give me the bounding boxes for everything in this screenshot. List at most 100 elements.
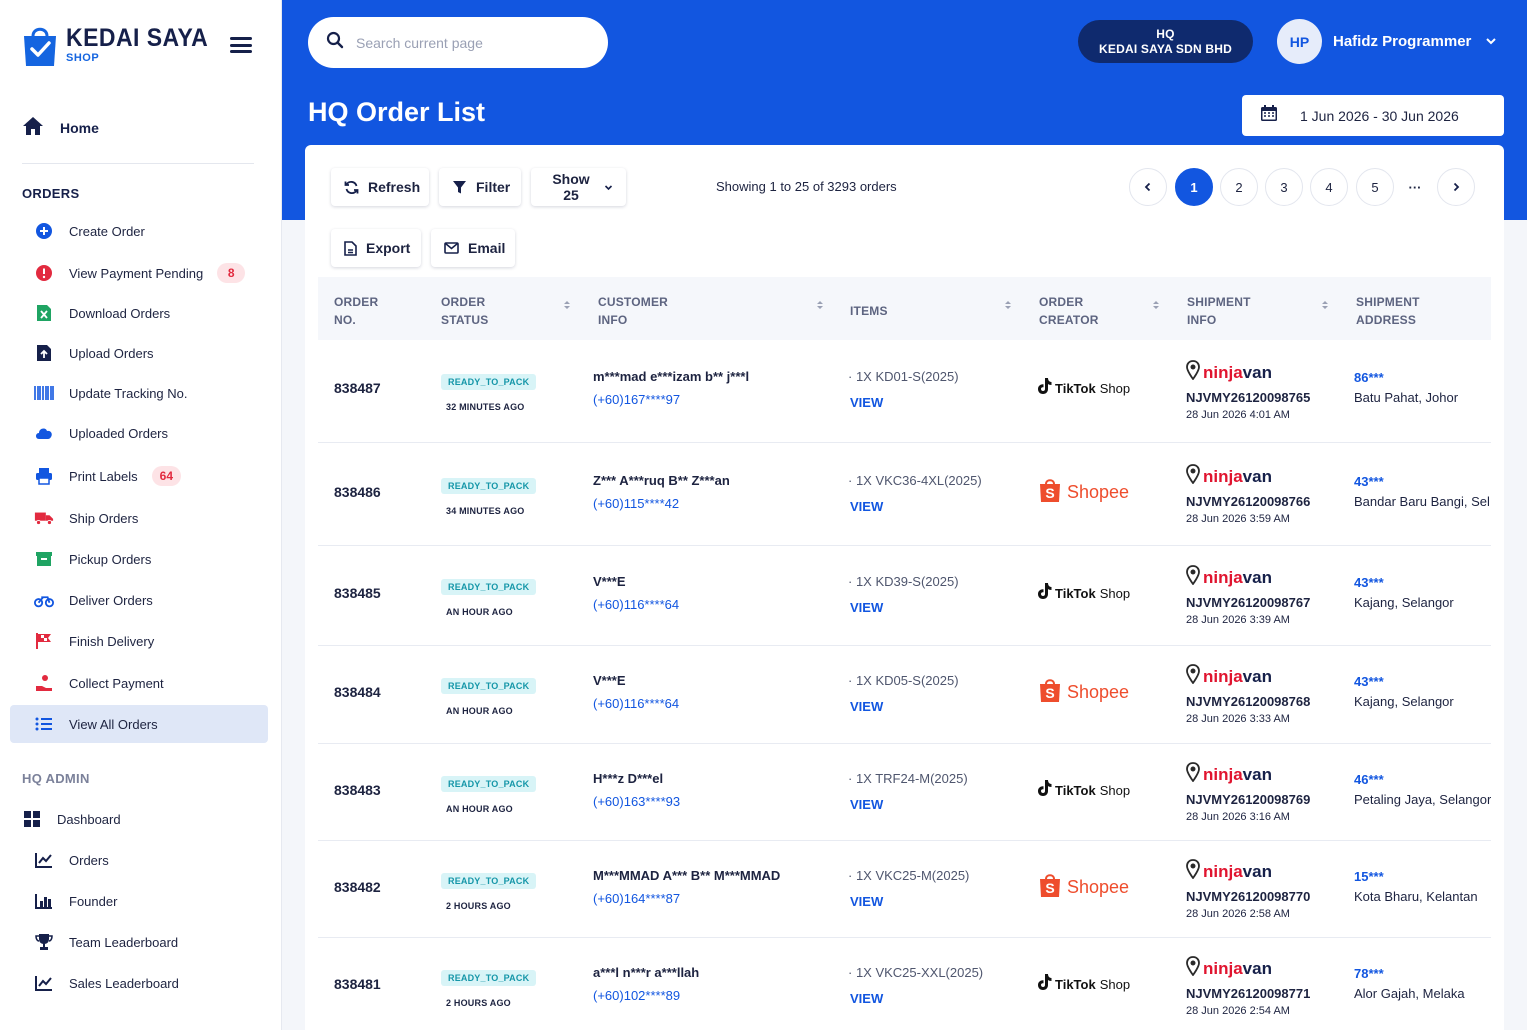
customer-phone[interactable]: (+60)164****87: [593, 891, 780, 906]
sidebar-item-collect-payment[interactable]: Collect Payment: [10, 664, 268, 702]
view-items-link[interactable]: VIEW: [850, 499, 982, 514]
tracking-number[interactable]: NJVMY26120098766: [1186, 494, 1310, 509]
pagination-prev[interactable]: [1129, 168, 1167, 206]
courier-name-part: ninja: [1203, 666, 1243, 686]
order-number[interactable]: 838485: [334, 585, 381, 601]
address-postcode[interactable]: 43***: [1354, 474, 1491, 489]
sidebar-item-home[interactable]: Home: [22, 112, 262, 144]
sort-icon[interactable]: [1321, 299, 1329, 311]
order-number[interactable]: 838487: [334, 380, 381, 396]
view-items-link[interactable]: VIEW: [850, 991, 983, 1006]
company-switcher[interactable]: HQ KEDAI SAYA SDN BHD: [1078, 20, 1253, 63]
pagination-page-2[interactable]: 2: [1220, 168, 1258, 206]
sidebar-item-finish-delivery[interactable]: Finish Delivery: [10, 622, 268, 660]
export-button[interactable]: Export: [331, 229, 421, 267]
sidebar-item-view-payment-pending[interactable]: View Payment Pending 8: [10, 254, 268, 292]
search-input[interactable]: [356, 34, 586, 51]
sidebar-item-deliver-orders[interactable]: Deliver Orders: [10, 581, 268, 619]
show-count-select[interactable]: Show 25: [531, 168, 626, 206]
table-row[interactable]: 838481 READY_TO_PACK 2 HOURS AGO a***l n…: [318, 938, 1491, 1030]
sidebar-item-update-tracking[interactable]: Update Tracking No.: [10, 374, 268, 412]
order-number[interactable]: 838481: [334, 976, 381, 992]
table-row[interactable]: 838485 READY_TO_PACK AN HOUR AGO V***E (…: [318, 546, 1491, 646]
address-postcode[interactable]: 46***: [1354, 772, 1491, 787]
search-box[interactable]: [308, 17, 608, 68]
avatar[interactable]: HP: [1277, 19, 1322, 64]
header-customer-info[interactable]: CUSTOMER INFO: [598, 293, 668, 329]
customer-phone[interactable]: (+60)167****97: [593, 392, 749, 407]
pagination-page-3[interactable]: 3: [1265, 168, 1303, 206]
view-items-link[interactable]: VIEW: [850, 699, 959, 714]
plus-circle-icon: [34, 221, 54, 241]
tracking-number[interactable]: NJVMY26120098769: [1186, 792, 1310, 807]
customer-phone[interactable]: (+60)116****64: [593, 696, 679, 711]
tracking-number[interactable]: NJVMY26120098768: [1186, 694, 1310, 709]
table-row[interactable]: 838483 READY_TO_PACK AN HOUR AGO H***z D…: [318, 744, 1491, 841]
pagination-page-4[interactable]: 4: [1310, 168, 1348, 206]
header-shipment-info[interactable]: SHIPMENT INFO: [1187, 293, 1251, 329]
chevron-down-icon[interactable]: [1484, 34, 1498, 53]
sidebar-item-team-leaderboard[interactable]: Team Leaderboard: [10, 923, 268, 961]
pagination-page-1[interactable]: 1: [1175, 168, 1213, 206]
address-postcode[interactable]: 43***: [1354, 575, 1491, 590]
order-number[interactable]: 838482: [334, 879, 381, 895]
count-badge: 8: [217, 263, 246, 283]
sidebar-item-ship-orders[interactable]: Ship Orders: [10, 499, 268, 537]
address-postcode[interactable]: 86***: [1354, 370, 1491, 385]
tracking-number[interactable]: NJVMY26120098767: [1186, 595, 1310, 610]
view-items-link[interactable]: VIEW: [850, 600, 959, 615]
email-button[interactable]: Email: [431, 229, 515, 267]
sidebar-item-print-labels[interactable]: Print Labels 64: [10, 457, 268, 495]
sort-icon[interactable]: [1152, 299, 1160, 311]
sidebar-item-admin-orders[interactable]: Orders: [10, 841, 268, 879]
refresh-button[interactable]: Refresh: [331, 168, 429, 206]
sort-icon[interactable]: [1004, 299, 1012, 311]
sidebar-item-download-orders[interactable]: Download Orders: [10, 294, 268, 332]
customer-phone[interactable]: (+60)102****89: [593, 988, 699, 1003]
sort-icon[interactable]: [563, 299, 571, 311]
order-number[interactable]: 838486: [334, 484, 381, 500]
pagination-next[interactable]: [1437, 168, 1475, 206]
user-name[interactable]: Hafidz Programmer: [1333, 33, 1471, 50]
customer-phone[interactable]: (+60)115****42: [593, 496, 730, 511]
sidebar-item-create-order[interactable]: Create Order: [10, 212, 268, 250]
order-number[interactable]: 838483: [334, 782, 381, 798]
table-row[interactable]: 838484 READY_TO_PACK AN HOUR AGO V***E (…: [318, 646, 1491, 744]
sidebar-item-pickup-orders[interactable]: Pickup Orders: [10, 540, 268, 578]
address-postcode[interactable]: 43***: [1354, 674, 1491, 689]
table-row[interactable]: 838482 READY_TO_PACK 2 HOURS AGO M***MMA…: [318, 841, 1491, 938]
customer-phone[interactable]: (+60)163****93: [593, 794, 680, 809]
sidebar-item-uploaded-orders[interactable]: Uploaded Orders: [10, 414, 268, 452]
menu-toggle-icon[interactable]: [230, 37, 252, 53]
tracking-number[interactable]: NJVMY26120098765: [1186, 390, 1310, 405]
customer-cell: m***mad e***izam b** j***l (+60)167****9…: [593, 369, 749, 407]
sidebar-item-sales-leaderboard[interactable]: Sales Leaderboard: [10, 964, 268, 1002]
header-items[interactable]: ITEMS: [850, 302, 888, 320]
header-order-no[interactable]: ORDER NO.: [334, 293, 378, 329]
customer-phone[interactable]: (+60)116****64: [593, 597, 679, 612]
table-row[interactable]: 838487 READY_TO_PACK 32 MINUTES AGO m***…: [318, 341, 1491, 443]
sidebar-item-view-all-orders[interactable]: View All Orders: [10, 705, 268, 743]
tracking-number[interactable]: NJVMY26120098770: [1186, 889, 1310, 904]
view-items-link[interactable]: VIEW: [850, 894, 969, 909]
brand-logo[interactable]: KEDAI SAYA SHOP: [22, 22, 221, 68]
address-postcode[interactable]: 15***: [1354, 869, 1491, 884]
view-items-link[interactable]: VIEW: [850, 797, 968, 812]
filter-button[interactable]: Filter: [439, 168, 521, 206]
tiktok-shop-logo: TikTok Shop: [1036, 973, 1130, 996]
tracking-number[interactable]: NJVMY26120098771: [1186, 986, 1310, 1001]
header-order-status[interactable]: ORDER STATUS: [441, 293, 488, 329]
pagination-page-5[interactable]: 5: [1356, 168, 1394, 206]
table-row[interactable]: 838486 READY_TO_PACK 34 MINUTES AGO Z***…: [318, 443, 1491, 546]
sort-icon[interactable]: [816, 299, 824, 311]
address-postcode[interactable]: 78***: [1354, 966, 1491, 981]
view-items-link[interactable]: VIEW: [850, 395, 959, 410]
sidebar-item-dashboard[interactable]: Dashboard: [10, 800, 268, 838]
header-order-creator[interactable]: ORDER CREATOR: [1039, 293, 1099, 329]
order-number[interactable]: 838484: [334, 684, 381, 700]
date-range-picker[interactable]: 1 Jun 2026 - 30 Jun 2026: [1242, 95, 1504, 136]
header-shipment-address[interactable]: SHIPMENT ADDRESS: [1356, 293, 1420, 329]
sidebar-item-founder[interactable]: Founder: [10, 882, 268, 920]
sidebar-item-upload-orders[interactable]: Upload Orders: [10, 334, 268, 372]
sidebar-item-label: Dashboard: [57, 811, 121, 827]
